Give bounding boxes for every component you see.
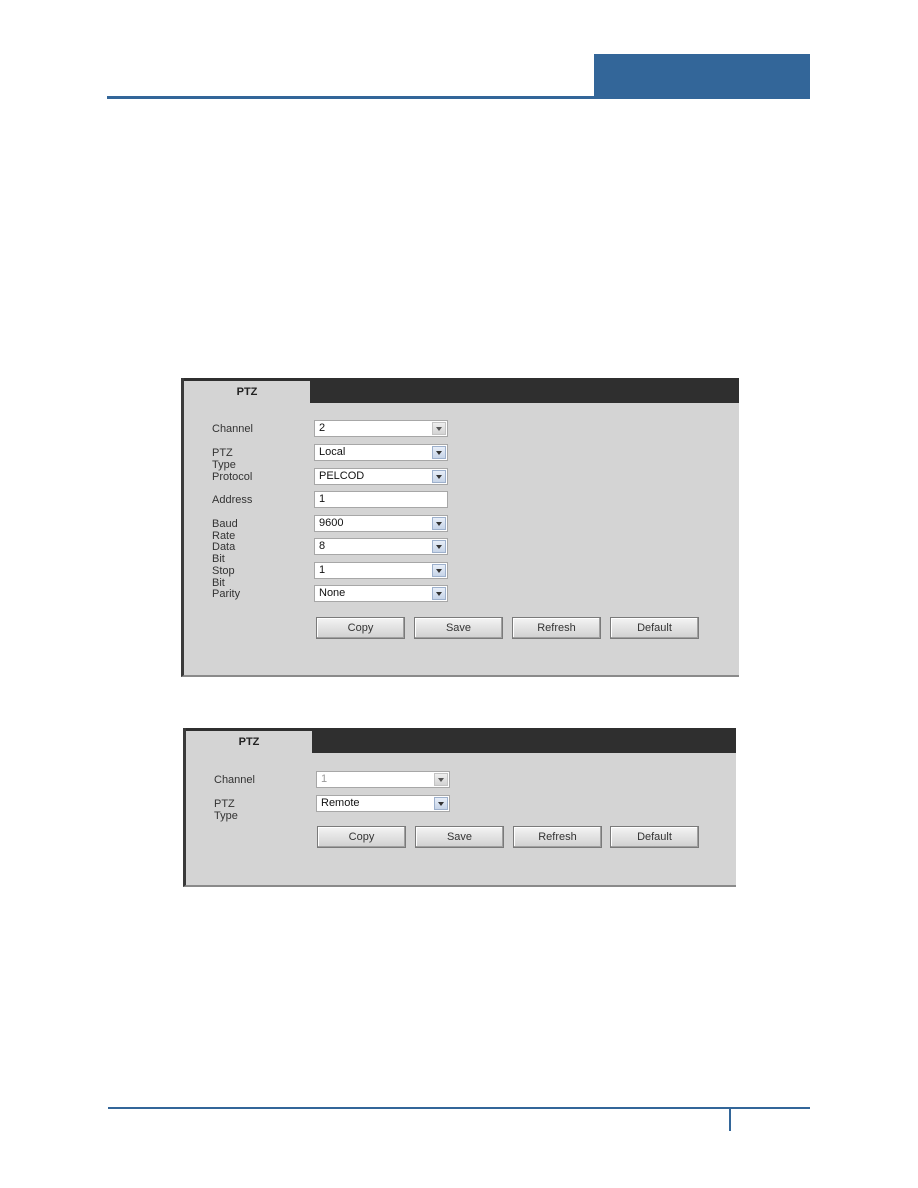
channel-label: Channel [212,423,253,435]
footer-divider [729,1109,731,1131]
data-bit-label: Data Bit [212,541,236,565]
header-rule [107,96,810,99]
ptz-type-value: Local [319,446,346,458]
data-bit-value: 8 [319,540,326,552]
ptz-type-select[interactable]: Remote [316,795,450,812]
ptz-type-value: Remote [321,797,360,809]
channel-value: 2 [319,422,326,434]
chevron-down-icon[interactable] [432,540,446,553]
address-input[interactable]: 1 [314,491,448,508]
copy-button[interactable]: Copy [316,617,405,639]
chevron-down-icon[interactable] [434,797,448,810]
ptz-panel-local: PTZ Channel 2 PTZ Type Local Protocol PE… [181,378,739,677]
chevron-down-icon[interactable] [432,470,446,483]
channel-value: 1 [321,773,328,785]
channel-select[interactable]: 1 [316,771,450,788]
stop-bit-value: 1 [319,564,326,576]
refresh-button[interactable]: Refresh [512,617,601,639]
address-value: 1 [319,493,326,505]
tab-ptz[interactable]: PTZ [186,731,312,753]
save-button[interactable]: Save [415,826,504,848]
footer-rule [108,1107,810,1109]
parity-select[interactable]: None [314,585,448,602]
default-button[interactable]: Default [610,826,699,848]
baud-rate-select[interactable]: 9600 [314,515,448,532]
protocol-select[interactable]: PELCOD [314,468,448,485]
parity-label: Parity [212,588,241,600]
parity-value: None [319,587,346,599]
ptz-type-label: PTZ Type [214,798,238,822]
chevron-down-icon[interactable] [432,517,446,530]
tab-ptz[interactable]: PTZ [184,381,310,403]
stop-bit-select[interactable]: 1 [314,562,448,579]
address-label: Address [212,494,253,506]
data-bit-select[interactable]: 8 [314,538,448,555]
stop-bit-label: Stop Bit [212,565,235,589]
chevron-down-icon[interactable] [432,446,446,459]
baud-rate-label: Baud Rate [212,518,238,542]
save-button[interactable]: Save [414,617,503,639]
protocol-label: Protocol [212,471,253,483]
chevron-down-icon[interactable] [432,564,446,577]
chevron-down-icon[interactable] [432,422,446,435]
ptz-type-select[interactable]: Local [314,444,448,461]
channel-label: Channel [214,774,255,786]
channel-select[interactable]: 2 [314,420,448,437]
header-block [594,54,810,99]
baud-rate-value: 9600 [319,517,344,529]
ptz-type-label: PTZ Type [212,447,236,471]
chevron-down-icon[interactable] [432,587,446,600]
copy-button[interactable]: Copy [317,826,406,848]
chevron-down-icon[interactable] [434,773,448,786]
protocol-value: PELCOD [319,470,365,482]
default-button[interactable]: Default [610,617,699,639]
refresh-button[interactable]: Refresh [513,826,602,848]
ptz-panel-remote: PTZ Channel 1 PTZ Type Remote Copy Save … [183,728,736,887]
